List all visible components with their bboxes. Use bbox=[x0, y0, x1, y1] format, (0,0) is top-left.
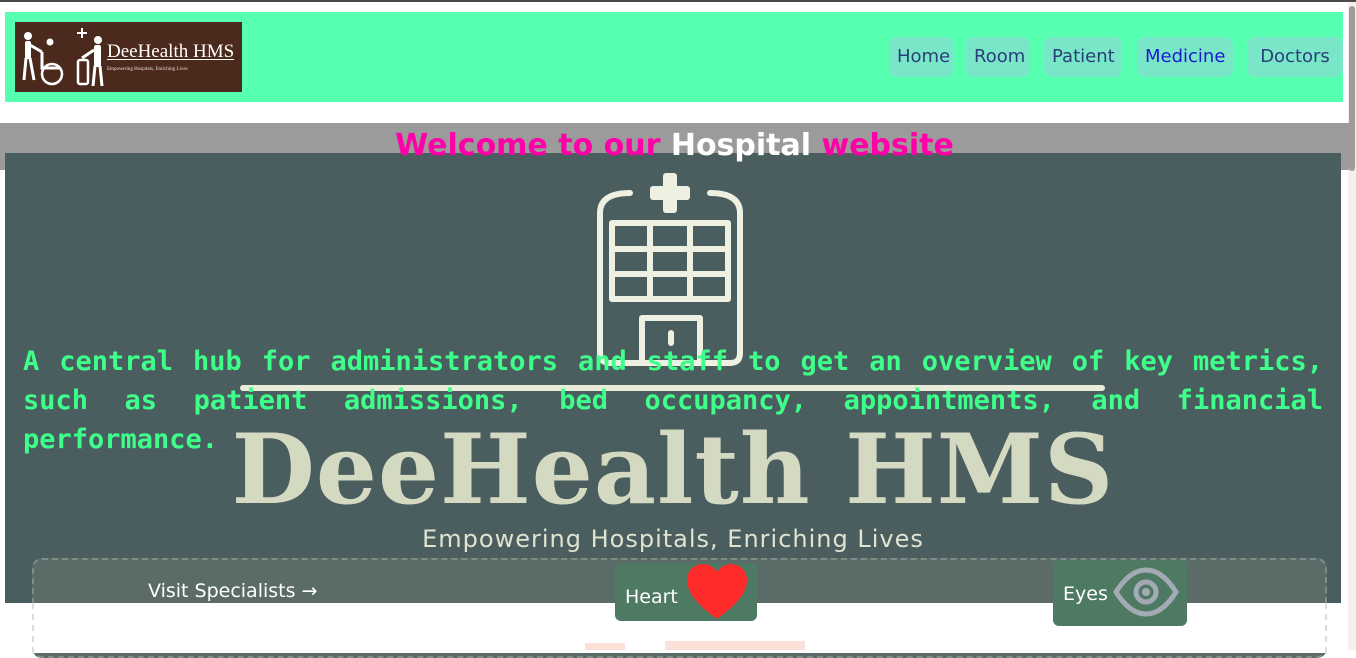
hero-description: A central hub for administrators and sta… bbox=[23, 346, 1323, 455]
nav-doctors[interactable]: Doctors bbox=[1247, 37, 1343, 77]
service-card-heart[interactable]: Heart bbox=[615, 563, 757, 621]
window-top-strip bbox=[0, 0, 1356, 2]
welcome-part-1: Welcome to our bbox=[395, 128, 671, 163]
welcome-part-2: Hospital bbox=[670, 128, 812, 163]
site-logo[interactable]: DeeHealth HMS Empowering Hospitals, Enri… bbox=[15, 22, 242, 92]
service-card-label: Eyes bbox=[1063, 583, 1108, 605]
visit-specialists-link[interactable]: Visit Specialists → bbox=[148, 580, 317, 602]
nav-room[interactable]: Room bbox=[966, 37, 1030, 77]
logo-tagline: Empowering Hospitals, Enriching Lives bbox=[107, 67, 188, 72]
site-header: DeeHealth HMS Empowering Hospitals, Enri… bbox=[5, 12, 1343, 102]
eye-icon bbox=[1113, 567, 1179, 617]
welcome-heading: Welcome to our Hospital website bbox=[0, 128, 1349, 163]
nav-medicine[interactable]: Medicine bbox=[1137, 37, 1233, 77]
hero-brand-tagline: Empowering Hospitals, Enriching Lives bbox=[422, 525, 924, 553]
next-section-icon-peek bbox=[585, 641, 805, 650]
logo-name: DeeHealth HMS bbox=[107, 41, 235, 62]
nav-home[interactable]: Home bbox=[889, 37, 953, 77]
service-card-eyes[interactable]: Eyes bbox=[1053, 560, 1187, 626]
nav-patient[interactable]: Patient bbox=[1044, 37, 1122, 77]
wheelchair-logo-icon bbox=[22, 28, 104, 87]
service-card-label: Heart bbox=[625, 586, 678, 608]
welcome-part-3: website bbox=[811, 128, 954, 163]
page-scrollbar[interactable] bbox=[1348, 2, 1356, 650]
scrollbar-thumb[interactable] bbox=[1349, 6, 1355, 171]
heart-icon bbox=[687, 564, 747, 619]
